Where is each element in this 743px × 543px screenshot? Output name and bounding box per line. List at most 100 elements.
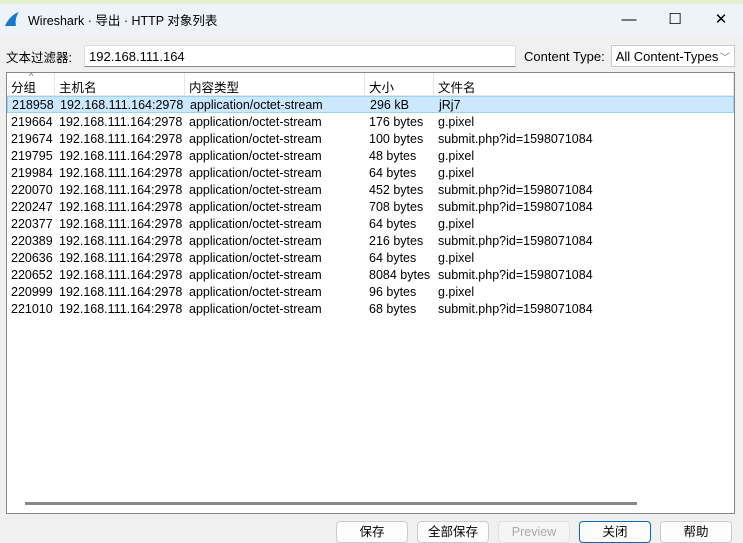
cell-content-type: application/octet-stream [189,131,322,146]
save-button[interactable]: 保存 [336,521,408,543]
cell-filename: submit.php?id=1598071084 [438,182,593,197]
content-type-label: Content Type: [524,48,605,64]
table-row[interactable]: 219674 192.168.111.164:2978 application/oc… [7,130,734,147]
cell-content-type: application/octet-stream [189,114,322,129]
cell-size: 68 bytes [369,301,417,316]
cell-content-type: application/octet-stream [190,97,323,112]
http-objects-table: ^ 分组 主机名 内容类型 大小 文件名 218958 192.168.111.1… [6,71,735,514]
cell-filename: submit.php?id=1598071084 [438,131,593,146]
chevron-down-icon: ﹀ [720,52,730,64]
filter-row: 文本过滤器: Content Type: All Content-Types ﹀ [6,45,735,67]
table-row[interactable]: 219664 192.168.111.164:2978 application/oc… [7,113,734,130]
content-type-value: All Content-Types [615,48,719,64]
sort-ascending-icon: ^ [29,71,34,81]
cell-filename: submit.php?id=1598071084 [438,301,593,316]
cell-filename: submit.php?id=1598071084 [438,199,593,214]
cell-content-type: application/octet-stream [189,199,322,214]
cell-hostname: 192.168.111.164:2978 [59,114,183,129]
table-row[interactable]: 220999 192.168.111.164:2978 application/oc… [7,283,734,300]
text-filter-input[interactable] [84,45,516,67]
cell-filename: submit.php?id=1598071084 [438,233,593,248]
cell-filename: jRj7 [439,97,461,112]
table-row[interactable]: 220389 192.168.111.164:2978 application/oc… [7,232,734,249]
cell-hostname: 192.168.111.164:2978 [59,182,183,197]
cell-hostname: 192.168.111.164:2978 [59,131,183,146]
cell-hostname: 192.168.111.164:2978 [59,165,183,180]
window-title: Wireshark · 导出 · HTTP 对象列表 [28,13,218,28]
horizontal-scrollbar[interactable] [25,502,637,505]
cell-packet: 220247 [11,199,53,214]
cell-filename: g.pixel [438,250,475,265]
cell-hostname: 192.168.111.164:2978 [59,284,183,299]
cell-content-type: application/octet-stream [189,216,322,231]
table-row[interactable]: 218958 192.168.111.164:2978 application/oc… [7,96,734,113]
minimize-button[interactable]: — [606,4,652,34]
cell-hostname: 192.168.111.164:2978 [59,199,183,214]
cell-content-type: application/octet-stream [189,165,322,180]
text-filter-label: 文本过滤器: [6,50,72,65]
cell-size: 8084 bytes [369,267,431,282]
maximize-button[interactable]: ☐ [652,4,698,34]
cell-content-type: application/octet-stream [189,148,322,163]
cell-packet: 220377 [11,216,53,231]
preview-button[interactable]: Preview [498,521,570,543]
close-button[interactable]: 关闭 [579,521,651,543]
cell-size: 64 bytes [369,216,417,231]
table-row[interactable]: 219795 192.168.111.164:2978 application/oc… [7,147,734,164]
cell-packet: 220070 [11,182,53,197]
cell-packet: 219674 [11,131,53,146]
cell-size: 708 bytes [369,199,424,214]
cell-filename: g.pixel [438,216,475,231]
wireshark-logo-icon [5,12,19,26]
cell-packet: 220389 [11,233,53,248]
cell-size: 296 kB [370,97,409,112]
table-row[interactable]: 219984 192.168.111.164:2978 application/oc… [7,164,734,181]
table-row[interactable]: 220247 192.168.111.164:2978 application/oc… [7,198,734,215]
cell-size: 176 bytes [369,114,424,129]
cell-filename: g.pixel [438,165,475,180]
cell-content-type: application/octet-stream [189,267,322,282]
help-button[interactable]: 帮助 [660,521,732,543]
cell-size: 64 bytes [369,250,417,265]
cell-filename: g.pixel [438,284,475,299]
header-content-type[interactable]: 内容类型 [185,73,365,95]
table-row[interactable]: 220377 192.168.111.164:2978 application/oc… [7,215,734,232]
cell-content-type: application/octet-stream [189,233,322,248]
table-header: ^ 分组 主机名 内容类型 大小 文件名 [7,71,734,96]
cell-filename: submit.php?id=1598071084 [438,267,593,282]
cell-hostname: 192.168.111.164:2978 [59,267,183,282]
close-window-button[interactable]: ✕ [698,4,743,34]
cell-filename: g.pixel [438,148,475,163]
cell-hostname: 192.168.111.164:2978 [59,301,183,316]
table-row[interactable]: 221010 192.168.111.164:2978 application/oc… [7,300,734,317]
header-hostname[interactable]: 主机名 [55,73,185,95]
cell-content-type: application/octet-stream [189,250,322,265]
header-filename[interactable]: 文件名 [434,73,734,95]
cell-size: 216 bytes [369,233,424,248]
table-row[interactable]: 220652 192.168.111.164:2978 application/oc… [7,266,734,283]
cell-packet: 220636 [11,250,53,265]
content-type-select[interactable]: All Content-Types ﹀ [610,45,735,67]
cell-packet: 220999 [11,284,53,299]
cell-filename: g.pixel [438,114,475,129]
cell-size: 48 bytes [369,148,417,163]
cell-hostname: 192.168.111.164:2978 [59,216,183,231]
cell-size: 100 bytes [369,131,424,146]
table-row[interactable]: 220070 192.168.111.164:2978 application/oc… [7,181,734,198]
cell-hostname: 192.168.111.164:2978 [60,97,184,112]
cell-packet: 221010 [11,301,53,316]
cell-content-type: application/octet-stream [189,182,322,197]
save-all-button[interactable]: 全部保存 [417,521,489,543]
cell-hostname: 192.168.111.164:2978 [59,250,183,265]
cell-packet: 220652 [11,267,53,282]
cell-content-type: application/octet-stream [189,301,322,316]
cell-packet: 219664 [11,114,53,129]
table-row[interactable]: 220636 192.168.111.164:2978 application/oc… [7,249,734,266]
cell-hostname: 192.168.111.164:2978 [59,148,183,163]
cell-packet: 218958 [12,97,54,112]
cell-size: 96 bytes [369,284,417,299]
cell-hostname: 192.168.111.164:2978 [59,233,183,248]
cell-size: 452 bytes [369,182,424,197]
header-size[interactable]: 大小 [365,73,434,95]
cell-size: 64 bytes [369,165,417,180]
